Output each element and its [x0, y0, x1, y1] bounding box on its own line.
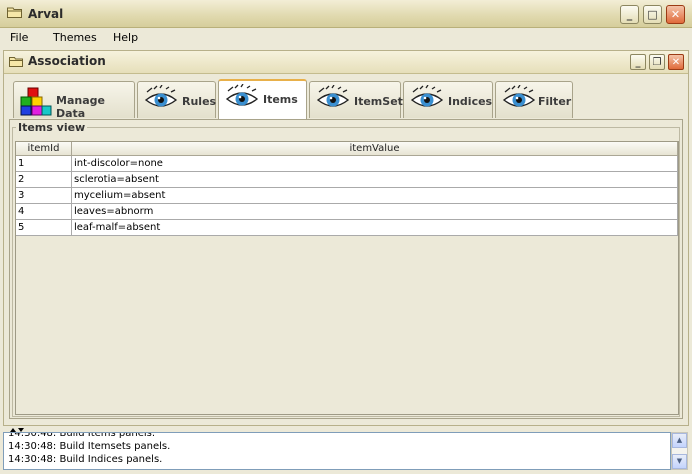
cell-itemvalue: mycelium=absent [72, 188, 678, 204]
tab-label: Manage Data [56, 94, 105, 120]
scroll-up-button[interactable]: ▲ [672, 433, 687, 448]
menu-bar: File Themes Help [0, 28, 692, 48]
table-row[interactable]: 4 leaves=abnorm [16, 204, 678, 220]
tab-label: Rules [182, 95, 217, 108]
frame-title: Association [28, 54, 106, 68]
table-row[interactable]: 5 leaf-malf=absent [16, 220, 678, 236]
tab-label: Items [263, 93, 298, 106]
cell-itemid: 4 [16, 204, 72, 220]
tab-content: Items view itemId itemValue 1 int-discol… [9, 119, 683, 419]
tab-itemset[interactable]: ItemSet [309, 81, 403, 118]
tab-label: ItemSet [354, 95, 403, 108]
tab-label: Filter [538, 95, 572, 108]
maximize-icon: □ [647, 8, 658, 21]
association-titlebar: Association _ ❐ ✕ [4, 51, 688, 74]
folder-icon [9, 57, 23, 67]
window-title: Arval [28, 7, 64, 21]
log-line: 14:30:48: Build Indices panels. [8, 454, 163, 465]
close-icon: ✕ [671, 56, 681, 68]
tab-label: Indices [448, 95, 493, 108]
log-line: 14:30:48: Build Itemsets panels. [8, 441, 171, 452]
frame-close-button[interactable]: ✕ [668, 54, 684, 70]
window-titlebar: Arval _ □ ✕ [0, 0, 692, 28]
association-frame: Association _ ❐ ✕ Manage Data Rules Item… [3, 50, 689, 426]
minimize-icon: _ [626, 8, 633, 21]
restore-icon: ❐ [652, 56, 662, 68]
log-panel[interactable]: 14:30:48: Build Items panels. 14:30:48: … [3, 432, 671, 470]
blocks-icon [20, 87, 52, 116]
table-row[interactable]: 3 mycelium=absent [16, 188, 678, 204]
cell-itemid: 5 [16, 220, 72, 236]
cell-itemid: 3 [16, 188, 72, 204]
minimize-button[interactable]: _ [620, 5, 639, 24]
menu-file[interactable]: File [10, 31, 28, 44]
tab-rules[interactable]: Rules [137, 81, 216, 118]
maximize-button[interactable]: □ [643, 5, 662, 24]
minimize-icon: _ [635, 56, 641, 68]
cell-itemvalue: int-discolor=none [72, 156, 678, 172]
tab-filter[interactable]: Filter [495, 81, 573, 118]
column-header-itemvalue[interactable]: itemValue [72, 142, 678, 156]
items-view-group: Items view itemId itemValue 1 int-discol… [12, 121, 680, 417]
log-line: 14:30:48: Build Items panels. [8, 432, 156, 439]
cell-itemid: 2 [16, 172, 72, 188]
folder-icon [7, 7, 22, 18]
tab-items[interactable]: Items [218, 79, 307, 120]
eye-icon [225, 84, 259, 106]
tab-indices[interactable]: Indices [403, 81, 493, 118]
menu-themes[interactable]: Themes [53, 31, 97, 44]
menu-help[interactable]: Help [113, 31, 138, 44]
eye-icon [144, 85, 178, 107]
table-header: itemId itemValue [16, 142, 678, 156]
close-button[interactable]: ✕ [666, 5, 685, 24]
cell-itemid: 1 [16, 156, 72, 172]
close-icon: ✕ [670, 8, 681, 21]
eye-icon [502, 85, 536, 107]
cell-itemvalue: leaves=abnorm [72, 204, 678, 220]
cell-itemvalue: leaf-malf=absent [72, 220, 678, 236]
scroll-down-button[interactable]: ▼ [672, 454, 687, 469]
log-scrollbar[interactable]: ▲ ▼ [671, 432, 688, 470]
eye-icon [410, 85, 444, 107]
column-header-itemid[interactable]: itemId [16, 142, 72, 156]
table-row[interactable]: 2 sclerotia=absent [16, 172, 678, 188]
table-row[interactable]: 1 int-discolor=none [16, 156, 678, 172]
cell-itemvalue: sclerotia=absent [72, 172, 678, 188]
frame-minimize-button[interactable]: _ [630, 54, 646, 70]
frame-restore-button[interactable]: ❐ [649, 54, 665, 70]
tab-strip: Manage Data Rules Items ItemSet Indices … [13, 79, 683, 120]
eye-icon [316, 85, 350, 107]
items-table[interactable]: itemId itemValue 1 int-discolor=none 2 s… [15, 141, 679, 415]
items-view-legend: Items view [16, 121, 88, 134]
tab-manage-data[interactable]: Manage Data [13, 81, 135, 120]
